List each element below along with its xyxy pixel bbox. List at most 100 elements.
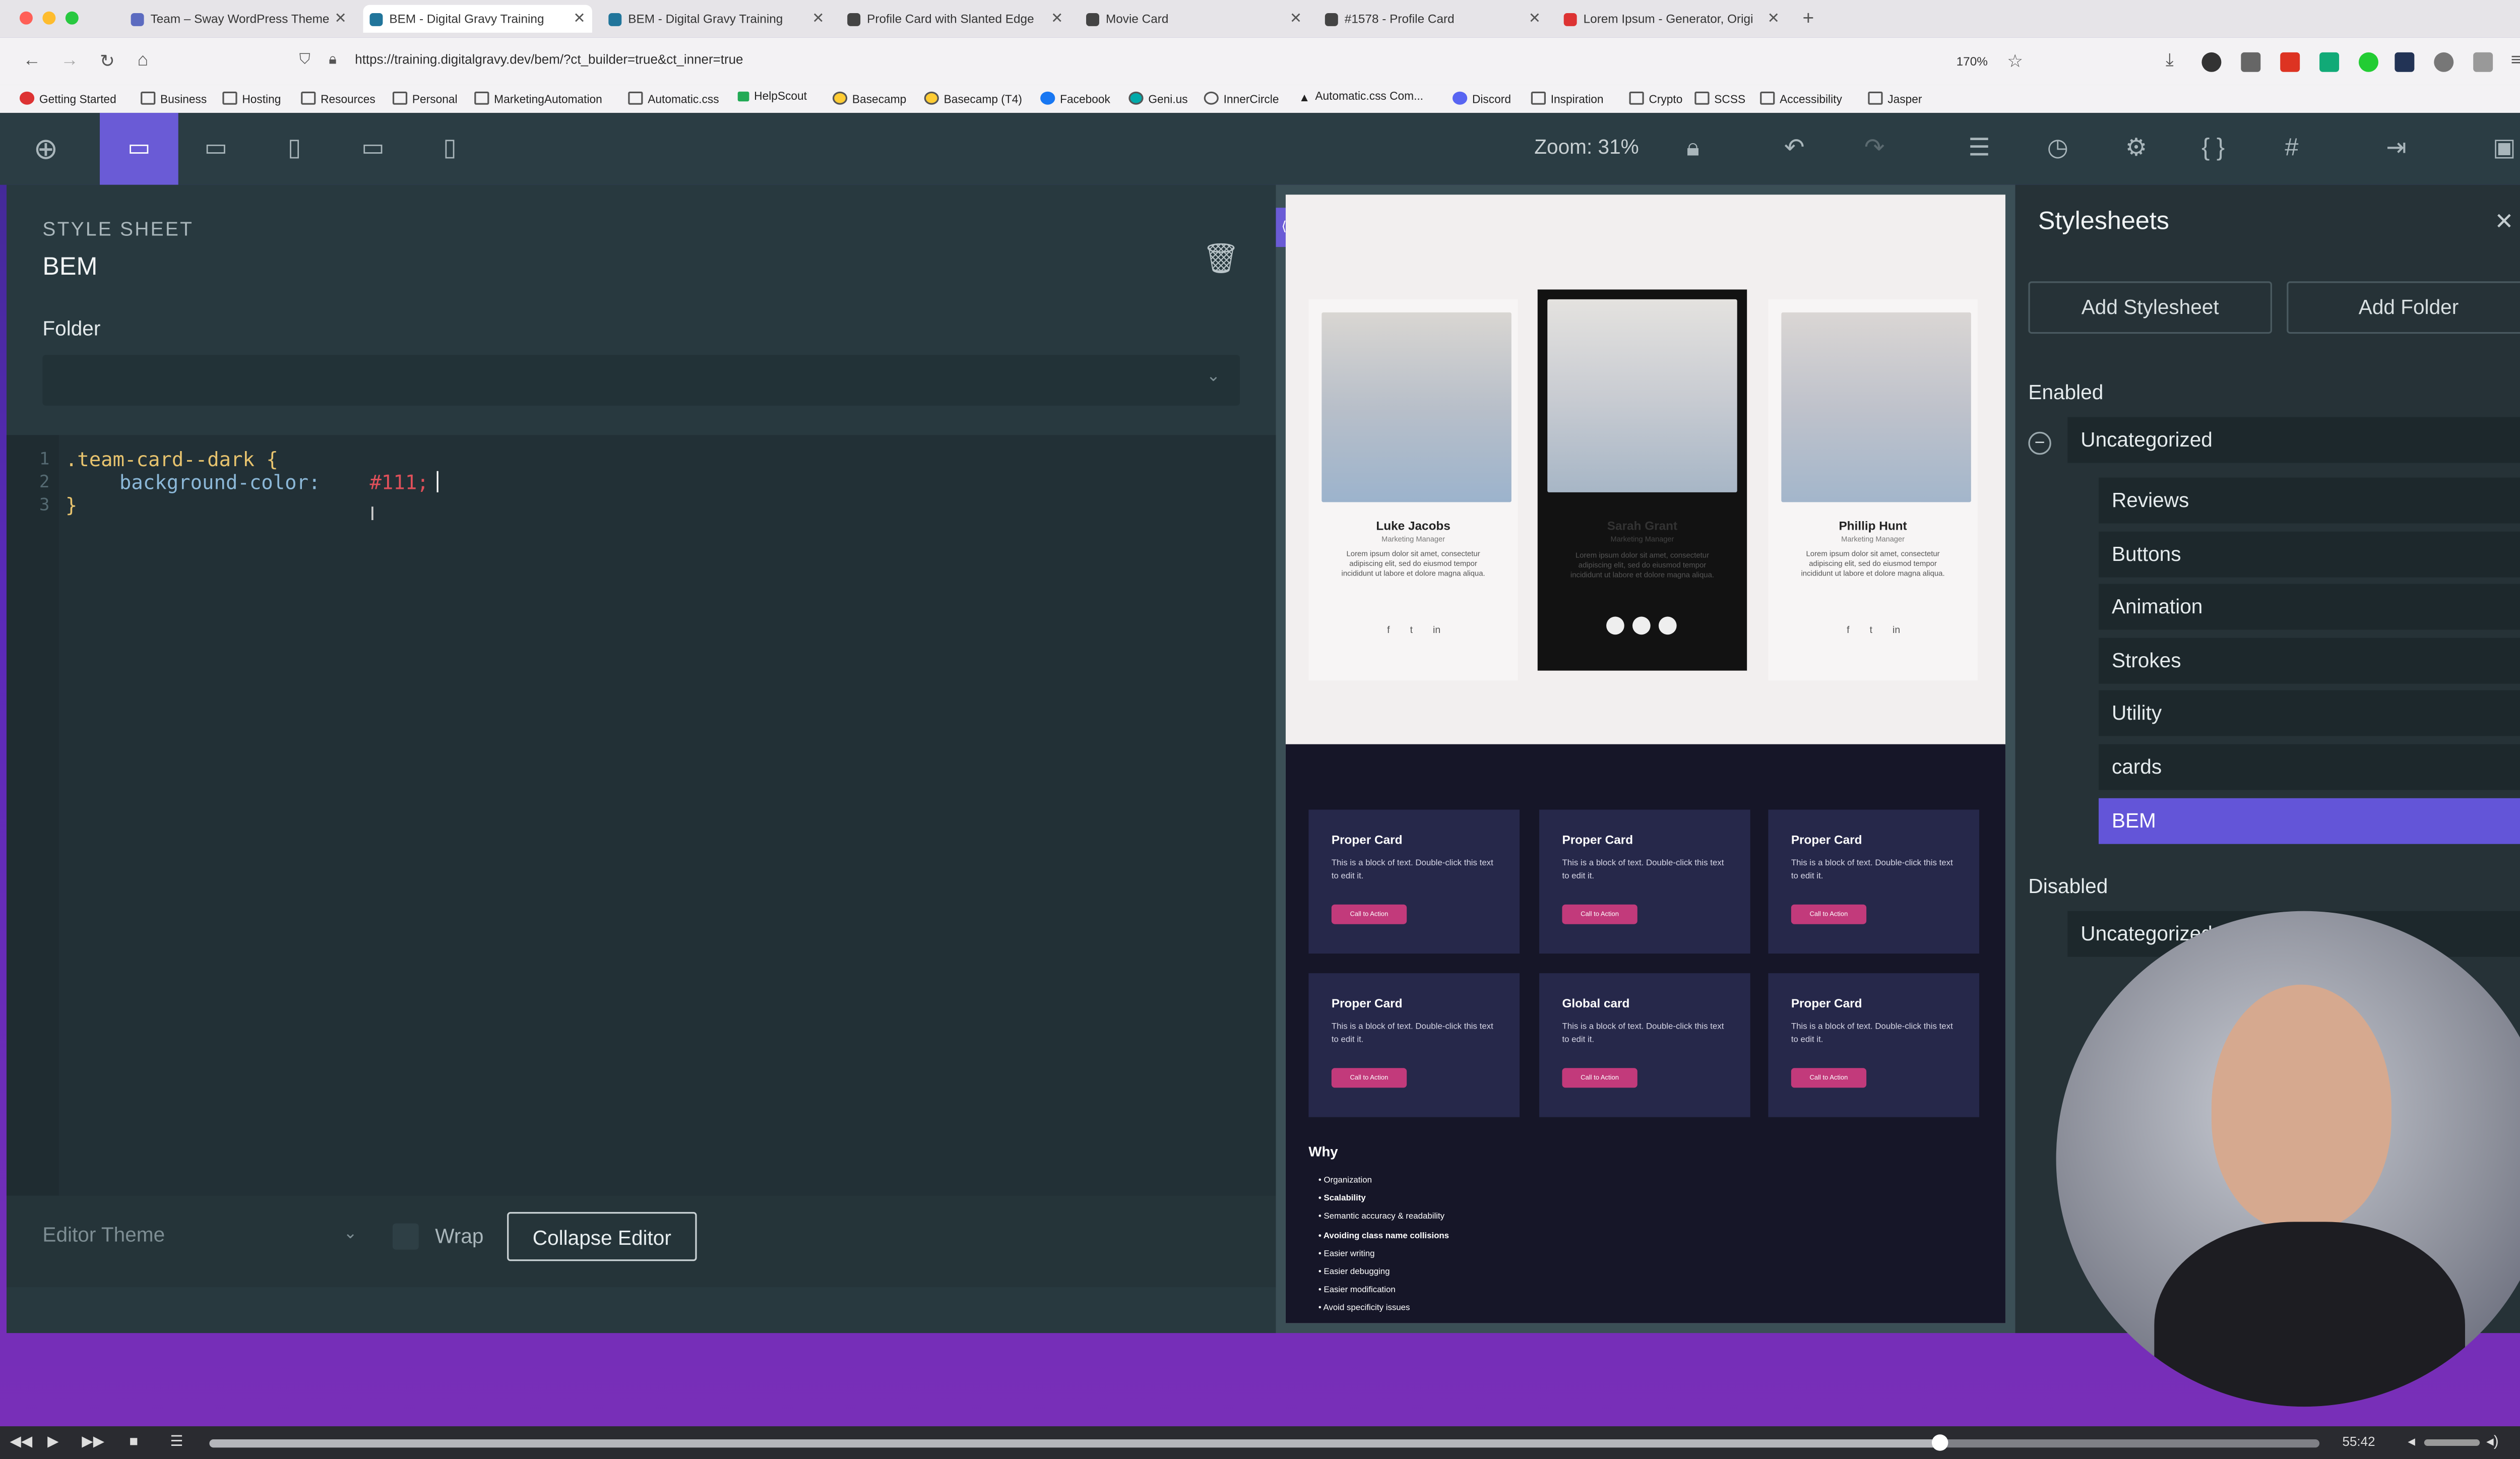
bookmark-item[interactable]: Geni.us <box>1128 91 1188 106</box>
bookmark-item[interactable]: Resources <box>301 91 375 106</box>
cta-button[interactable]: Call to Action <box>1562 1068 1637 1088</box>
proper-card[interactable]: Proper Card This is a block of text. Dou… <box>1308 809 1520 954</box>
browser-tab[interactable]: #1578 - Profile Card ✕ <box>1318 5 1547 33</box>
laptop-icon[interactable]: ▭ <box>200 133 232 165</box>
bookmark-item[interactable]: Discord <box>1453 91 1511 106</box>
extension-icon[interactable] <box>2319 52 2340 72</box>
bookmark-star-icon[interactable]: ☆ <box>2007 51 2023 72</box>
bookmark-item[interactable]: Basecamp (T4) <box>924 91 1022 106</box>
playlist-icon[interactable]: ☰ <box>170 1433 183 1451</box>
cta-button[interactable]: Call to Action <box>1791 904 1867 924</box>
bookmark-item[interactable]: Basecamp <box>832 91 906 106</box>
cta-button[interactable]: Call to Action <box>1791 1068 1867 1088</box>
reload-icon[interactable]: ↻ <box>100 51 115 72</box>
stylesheet-item-reviews[interactable]: Reviews <box>2098 477 2520 524</box>
add-stylesheet-button[interactable]: Add Stylesheet <box>2028 281 2272 334</box>
structure-icon[interactable]: ☰ <box>1963 133 1996 165</box>
tablet-landscape-icon[interactable]: ▭ <box>357 133 390 165</box>
bookmark-item[interactable]: Inspiration <box>1531 91 1604 106</box>
browser-tab[interactable]: BEM - Digital Gravy Training ✕ <box>602 5 831 33</box>
browser-tab[interactable]: Profile Card with Slanted Edge ✕ <box>841 5 1069 33</box>
download-icon[interactable]: ⤓ <box>2166 51 2174 72</box>
url-field[interactable]: https://training.digitalgravy.dev/bem/?c… <box>355 52 743 67</box>
team-card-dark[interactable]: Sarah Grant Marketing Manager Lorem ipsu… <box>1537 289 1747 671</box>
proper-card[interactable]: Proper Card This is a block of text. Dou… <box>1308 973 1520 1117</box>
collapse-editor-button[interactable]: Collapse Editor <box>507 1212 697 1261</box>
twitter-icon[interactable]: t <box>1410 626 1413 636</box>
tablet-icon[interactable]: ▯ <box>278 133 311 165</box>
undo-icon[interactable]: ↶ <box>1778 133 1811 165</box>
stylesheet-item-buttons[interactable]: Buttons <box>2098 531 2520 578</box>
bookmark-item[interactable]: Jasper <box>1868 91 1922 106</box>
browser-tab-active[interactable]: BEM - Digital Gravy Training ✕ <box>363 5 592 33</box>
page-zoom-badge[interactable]: 170% <box>1957 54 1988 69</box>
trash-icon[interactable]: 🗑︎ <box>1202 242 1239 276</box>
phone-icon[interactable]: ▯ <box>433 133 466 165</box>
linkedin-icon[interactable] <box>1658 616 1677 635</box>
stylesheet-item-bem[interactable]: BEM <box>2098 798 2520 844</box>
team-card[interactable]: Phillip Hunt Marketing Manager Lorem ips… <box>1768 299 1978 681</box>
volume-slider[interactable] <box>2424 1439 2480 1446</box>
maximize-window-button[interactable] <box>65 11 79 25</box>
history-icon[interactable]: ◷ <box>2041 133 2074 165</box>
facebook-icon[interactable]: f <box>1387 626 1390 636</box>
cta-button[interactable]: Call to Action <box>1562 904 1637 924</box>
video-progress[interactable] <box>209 1434 2320 1451</box>
extension-icon[interactable] <box>2201 52 2222 72</box>
settings-gear-icon[interactable]: ⚙ <box>2120 133 2153 165</box>
close-icon[interactable]: ✕ <box>2494 208 2513 235</box>
proper-card[interactable]: Proper Card This is a block of text. Dou… <box>1768 973 1980 1117</box>
exit-icon[interactable]: ⇥ <box>2380 133 2413 165</box>
stylesheet-item-animation[interactable]: Animation <box>2098 584 2520 630</box>
extension-icon[interactable] <box>2434 52 2454 72</box>
bookmark-item[interactable]: Hosting <box>222 91 281 106</box>
bookmark-item[interactable]: Crypto <box>1629 91 1682 106</box>
extension-icon[interactable] <box>2241 52 2261 72</box>
extension-icon[interactable] <box>2359 52 2378 72</box>
play-icon[interactable]: ▶ <box>47 1433 58 1451</box>
folder-select[interactable]: ⌄ <box>42 355 1240 406</box>
extension-icon[interactable] <box>2473 52 2493 72</box>
forward-icon[interactable]: → <box>60 51 79 71</box>
minimize-window-button[interactable] <box>42 11 56 25</box>
code-editor[interactable]: 1 2 3 .team-card--dark { background-colo… <box>6 435 1276 1196</box>
video-progress-knob[interactable] <box>1931 1434 1948 1451</box>
redo-icon[interactable]: ↷ <box>1858 133 1891 165</box>
browser-tab[interactable]: Lorem Ipsum - Generator, Origi ✕ <box>1557 5 1786 33</box>
editor-theme-select[interactable]: Editor Theme <box>42 1224 165 1246</box>
team-card[interactable]: Luke Jacobs Marketing Manager Lorem ipsu… <box>1308 299 1518 681</box>
facebook-icon[interactable]: f <box>1847 626 1849 636</box>
bookmark-item[interactable]: Facebook <box>1040 91 1110 106</box>
fast-forward-icon[interactable]: ▶▶ <box>82 1433 104 1451</box>
lock-icon[interactable]: 🔒︎ <box>1677 133 1710 165</box>
stylesheet-name[interactable]: BEM <box>42 253 97 283</box>
bookmark-item[interactable]: HelpScout <box>737 91 807 103</box>
stylesheet-item-strokes[interactable]: Strokes <box>2098 638 2520 684</box>
volume-high-icon[interactable]: ◂) <box>2486 1433 2498 1451</box>
browser-tab[interactable]: Team – Sway WordPress Theme ✕ <box>124 5 353 33</box>
rewind-icon[interactable]: ◀◀ <box>10 1433 32 1451</box>
save-icon[interactable]: ▣ <box>2488 133 2520 165</box>
linkedin-icon[interactable]: in <box>1893 626 1900 636</box>
menu-icon[interactable]: ≡ <box>2511 51 2520 71</box>
facebook-icon[interactable] <box>1606 616 1624 635</box>
back-icon[interactable]: ← <box>23 51 41 71</box>
global-card[interactable]: Global card This is a block of text. Dou… <box>1539 973 1750 1117</box>
bookmark-item[interactable]: Automatic.css <box>628 91 719 106</box>
code-braces-icon[interactable]: { } <box>2197 133 2230 165</box>
stop-icon[interactable]: ■ <box>129 1433 138 1449</box>
twitter-icon[interactable] <box>1632 616 1651 635</box>
bookmark-item[interactable]: Accessibility <box>1760 91 1842 106</box>
bookmark-item[interactable]: InnerCircle <box>1204 91 1279 106</box>
shield-icon[interactable]: ⛉ <box>299 51 310 69</box>
home-icon[interactable]: ⌂ <box>138 51 149 71</box>
bookmark-item[interactable]: MarketingAutomation <box>474 91 602 106</box>
extension-icon[interactable] <box>2395 52 2415 72</box>
stylesheet-item-utility[interactable]: Utility <box>2098 690 2520 736</box>
cta-button[interactable]: Call to Action <box>1331 1068 1407 1088</box>
close-window-button[interactable] <box>19 11 33 25</box>
grid-hash-icon[interactable]: # <box>2275 133 2308 165</box>
bookmark-item[interactable]: Business <box>141 91 207 106</box>
proper-card[interactable]: Proper Card This is a block of text. Dou… <box>1539 809 1750 954</box>
proper-card[interactable]: Proper Card This is a block of text. Dou… <box>1768 809 1980 954</box>
